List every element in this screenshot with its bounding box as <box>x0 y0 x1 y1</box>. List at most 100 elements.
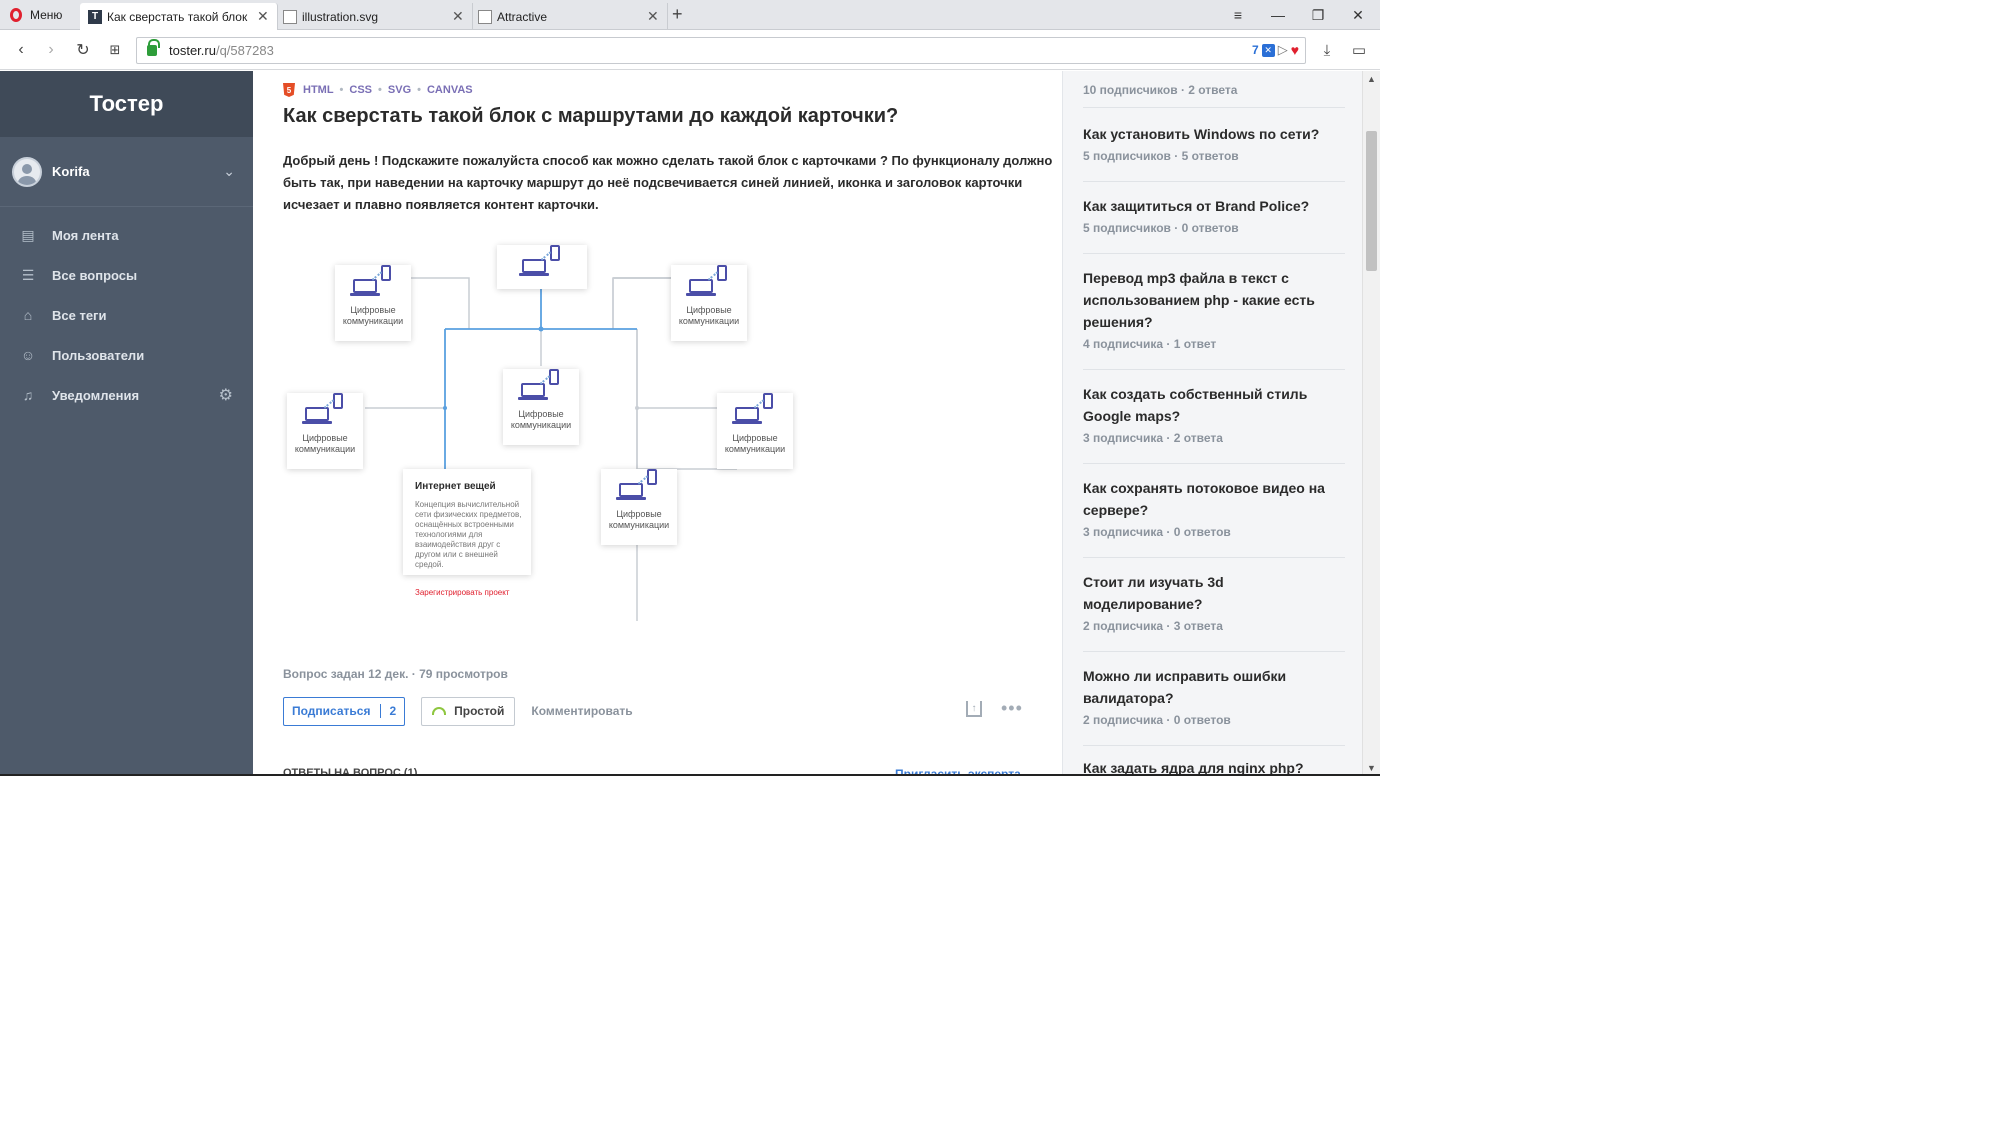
scrollbar-thumb[interactable] <box>1366 131 1377 271</box>
sidebar-item-questions[interactable]: ☰ Все вопросы <box>0 255 253 295</box>
card-label: Цифровые коммуникации <box>724 433 786 454</box>
url-path: /q/587283 <box>215 43 274 58</box>
close-icon[interactable]: ✕ <box>257 8 269 25</box>
list-item[interactable]: Можно ли исправить ошибки валидатора? 2 … <box>1083 665 1345 727</box>
route-line <box>410 277 470 329</box>
site-logo[interactable]: Тостер <box>0 71 253 137</box>
window-close-icon[interactable]: ✕ <box>1338 0 1378 30</box>
share-icon[interactable]: ↑ <box>966 701 982 717</box>
document-icon <box>283 9 297 24</box>
related-questions: 10 подписчиков · 2 ответа Как установить… <box>1062 71 1362 774</box>
list-item[interactable]: Как создать собственный стиль Google map… <box>1083 383 1345 445</box>
list-item[interactable]: Как задать ядра для nginx php? <box>1083 757 1345 774</box>
gear-icon[interactable]: ⚙ <box>219 385 233 405</box>
sidebar-item-label: Все вопросы <box>52 267 138 283</box>
tab-toster[interactable]: T Как сверстать такой блок ✕ <box>80 3 278 30</box>
tag-css[interactable]: CSS <box>349 84 372 96</box>
question-meta: 3 подписчика · 0 ответов <box>1083 525 1231 539</box>
devices-icon <box>732 393 777 427</box>
divider <box>1083 463 1345 464</box>
sidebar-item-users[interactable]: ☺ Пользователи <box>0 335 253 375</box>
question-link[interactable]: Как создать собственный стиль Google map… <box>1083 383 1345 427</box>
question-link[interactable]: Как установить Windows по сети? <box>1083 123 1345 145</box>
heart-icon[interactable]: ♥ <box>1291 42 1299 58</box>
invite-expert-link[interactable]: Пригласить эксперта <box>895 767 1021 774</box>
list-item[interactable]: Как защититься от Brand Police? 5 подпис… <box>1083 195 1345 235</box>
tab-title: Attractive <box>497 9 548 24</box>
reload-icon[interactable]: ↻ <box>70 30 96 70</box>
route-node <box>443 406 447 410</box>
sidebar-item-label: Уведомления <box>52 387 140 403</box>
question-link[interactable]: Как задать ядра для nginx php? <box>1083 757 1345 774</box>
download-icon[interactable]: ⤓ <box>1312 30 1342 70</box>
list-item[interactable]: Как установить Windows по сети? 5 подпис… <box>1083 123 1345 163</box>
card-action-link[interactable]: Зарегистрировать проект <box>415 588 519 597</box>
sidebar-item-tags[interactable]: ⌂ Все теги <box>0 295 253 335</box>
user-menu[interactable]: Korifa ⌄ <box>0 137 253 207</box>
question-meta: 2 подписчика · 0 ответов <box>1083 713 1231 727</box>
question-meta: 4 подписчика · 1 ответ <box>1083 337 1217 351</box>
chevron-down-icon[interactable]: ⌄ <box>223 163 235 180</box>
scroll-up-icon[interactable]: ▲ <box>1363 71 1380 87</box>
question-link[interactable]: Как сохранять потоковое видео на сервере… <box>1083 477 1345 521</box>
illustration-card[interactable] <box>497 245 587 289</box>
subscribe-count: 2 <box>380 704 404 718</box>
url-input[interactable]: toster.ru/q/587283 7 ✕ ▷ ♥ <box>136 37 1306 64</box>
question-link[interactable]: Как защититься от Brand Police? <box>1083 195 1345 217</box>
restore-icon[interactable]: ❐ <box>1298 0 1338 30</box>
tab-menu-icon[interactable]: ≡ <box>1218 0 1258 30</box>
tag-html[interactable]: HTML <box>303 84 334 96</box>
list-item[interactable]: Как сохранять потоковое видео на сервере… <box>1083 477 1345 539</box>
subscribe-button[interactable]: Подписаться 2 <box>283 696 406 726</box>
forward-icon[interactable]: › <box>38 30 64 70</box>
tab-illustration[interactable]: illustration.svg ✕ <box>275 3 473 30</box>
list-item[interactable]: Стоит ли изучать 3d моделирование? 2 под… <box>1083 571 1345 633</box>
back-icon[interactable]: ‹ <box>8 30 34 70</box>
question-link[interactable]: Перевод mp3 файла в текст с использовани… <box>1083 267 1345 333</box>
sidebar-item-notifications[interactable]: ♫ Уведомления ⚙ <box>0 375 253 415</box>
tag-separator: • <box>339 84 344 96</box>
question-link[interactable]: Стоит ли изучать 3d моделирование? <box>1083 571 1345 615</box>
illustration-card[interactable]: Цифровые коммуникации <box>601 469 677 545</box>
tag-canvas[interactable]: CANVAS <box>427 84 473 96</box>
speed-dial-icon[interactable]: ⊞ <box>102 30 128 70</box>
tab-bar: Меню T Как сверстать такой блок ✕ illust… <box>0 0 1380 30</box>
tag-list: 5 HTML • CSS • SVG • CANVAS <box>283 83 473 97</box>
scroll-down-icon[interactable]: ▼ <box>1363 760 1380 774</box>
card-label: Цифровые коммуникации <box>342 305 404 326</box>
opera-menu-button[interactable]: Меню <box>0 0 78 30</box>
sidebar-item-label: Все теги <box>52 307 107 323</box>
comment-link[interactable]: Комментировать <box>531 704 632 718</box>
tag-svg[interactable]: SVG <box>388 84 411 96</box>
extension-icon[interactable]: ✕ <box>1261 43 1275 57</box>
difficulty-label: Простой <box>454 704 505 718</box>
tab-attractive[interactable]: Attractive ✕ <box>470 3 668 30</box>
new-tab-button[interactable]: + <box>672 4 683 25</box>
tag-separator: • <box>417 84 421 96</box>
more-icon[interactable]: ••• <box>1001 698 1023 719</box>
tab-title: Как сверстать такой блок <box>107 9 248 24</box>
share-arrow-icon[interactable]: ▷ <box>1278 42 1288 58</box>
illustration-card[interactable]: Цифровые коммуникации <box>717 393 793 469</box>
subscribe-label: Подписаться <box>292 704 371 718</box>
question-link[interactable]: Можно ли исправить ошибки валидатора? <box>1083 665 1345 709</box>
divider <box>1083 107 1345 108</box>
illustration-card[interactable]: Цифровые коммуникации <box>671 265 747 341</box>
question-meta: 5 подписчиков · 0 ответов <box>1083 221 1239 235</box>
illustration-card[interactable]: Цифровые коммуникации <box>335 265 411 341</box>
tab-title: illustration.svg <box>302 9 379 24</box>
battery-icon[interactable]: ▭ <box>1344 30 1374 70</box>
close-icon[interactable]: ✕ <box>452 8 464 25</box>
illustration-card[interactable]: Цифровые коммуникации <box>503 369 579 445</box>
sidebar-item-feed[interactable]: ▤ Моя лента <box>0 215 253 255</box>
difficulty-button[interactable]: Простой <box>421 696 516 726</box>
question-meta: 3 подписчика · 2 ответа <box>1083 431 1223 445</box>
question-meta: 5 подписчиков · 5 ответов <box>1083 149 1239 163</box>
close-icon[interactable]: ✕ <box>647 8 659 25</box>
minimize-icon[interactable]: — <box>1258 0 1298 30</box>
page-scrollbar[interactable]: ▲ ▼ <box>1362 71 1380 774</box>
illustration-card[interactable]: Цифровые коммуникации <box>287 393 363 469</box>
feed-icon: ▤ <box>21 226 35 243</box>
illustration-card-expanded[interactable]: Интернет вещей Концепция вычислительной … <box>403 469 531 597</box>
list-item[interactable]: Перевод mp3 файла в текст с использовани… <box>1083 267 1345 351</box>
